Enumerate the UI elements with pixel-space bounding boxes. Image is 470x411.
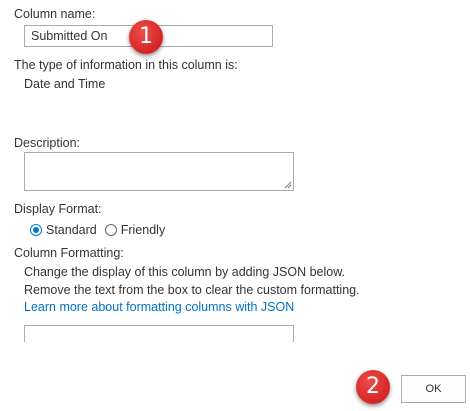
radio-standard[interactable] (30, 224, 42, 236)
badge-2: 2 (356, 370, 390, 404)
display-format-label: Display Format: (14, 202, 102, 216)
description-textarea[interactable] (24, 152, 294, 191)
display-format-radio-group: Standard Friendly (30, 223, 173, 237)
radio-standard-label[interactable]: Standard (46, 223, 97, 237)
formatting-json-link[interactable]: Learn more about formatting columns with… (24, 300, 294, 314)
type-info-label: The type of information in this column i… (14, 58, 238, 72)
description-label: Description: (14, 136, 80, 150)
type-info-value: Date and Time (24, 77, 106, 91)
column-formatting-help-2: Remove the text from the box to clear th… (24, 283, 360, 297)
column-formatting-label: Column Formatting: (14, 246, 124, 260)
badge-1: 1 (129, 20, 163, 54)
radio-friendly-label[interactable]: Friendly (121, 223, 165, 237)
ok-button[interactable]: OK (401, 375, 466, 403)
column-formatting-textarea[interactable] (24, 325, 294, 342)
radio-friendly[interactable] (104, 224, 117, 236)
resize-grip-icon[interactable] (284, 181, 292, 189)
column-formatting-help-1: Change the display of this column by add… (24, 265, 346, 279)
column-name-label: Column name: (14, 7, 96, 21)
